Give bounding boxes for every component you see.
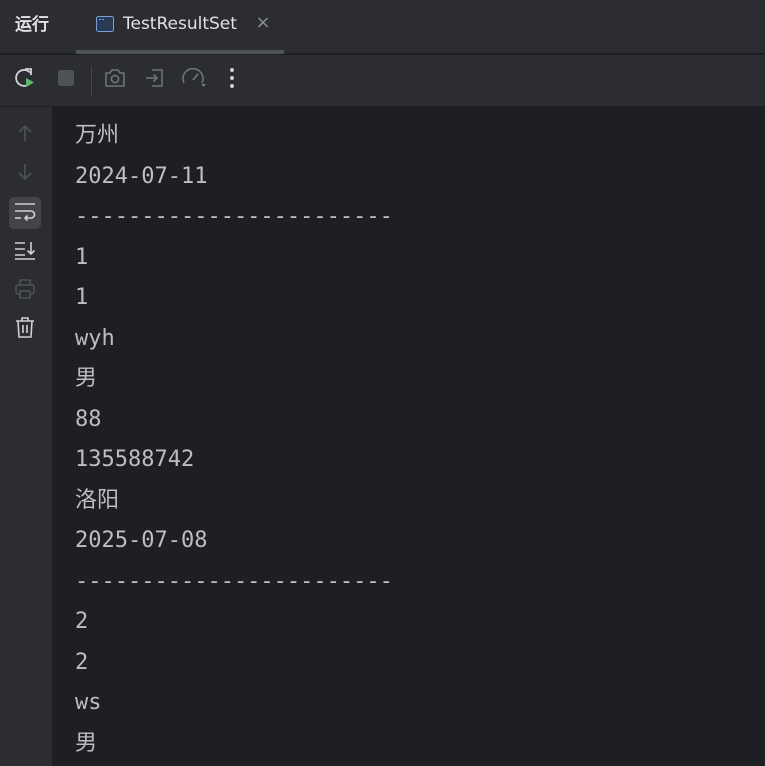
scroll-to-end-button[interactable] [9, 236, 41, 268]
console-line: 2025-07-08 [75, 528, 208, 553]
rerun-icon [13, 66, 37, 94]
console-line: 2 [75, 609, 89, 634]
console-line: 2024-07-11 [75, 163, 208, 189]
rerun-button[interactable] [12, 67, 38, 93]
console-line: 88 [75, 406, 102, 432]
tab-label: TestResultSet [123, 14, 237, 34]
trash-icon [14, 316, 36, 344]
exit-button[interactable] [142, 67, 168, 93]
toolbar-separator [91, 66, 92, 96]
screenshot-button[interactable] [102, 67, 128, 93]
tab-active-indicator [76, 50, 284, 54]
stop-button[interactable] [53, 67, 79, 93]
camera-icon [103, 67, 127, 93]
arrow-up-icon [15, 123, 35, 147]
console-line: ws [75, 690, 102, 715]
arrow-down-icon [15, 162, 35, 186]
soft-wrap-button[interactable] [9, 197, 41, 229]
console-side-toolbar [0, 107, 53, 766]
console-line: 万州 [75, 123, 120, 148]
up-button[interactable] [9, 119, 41, 151]
scroll-to-end-icon [13, 239, 37, 265]
exit-icon [143, 66, 167, 94]
down-button[interactable] [9, 158, 41, 190]
print-button[interactable] [9, 275, 41, 307]
clear-all-button[interactable] [9, 314, 41, 346]
stop-icon [56, 68, 76, 92]
more-icon [229, 67, 235, 93]
console-line: 洛阳 [75, 487, 120, 513]
console-line: 1 [75, 285, 89, 310]
console-line: ------------------------ [75, 204, 393, 229]
console-line: 1 [75, 244, 89, 270]
tab-testresultset[interactable]: TestResultSet × [76, 0, 284, 54]
soft-wrap-icon [13, 200, 37, 226]
run-toolbar [0, 55, 765, 107]
console-line: 2 [75, 649, 89, 675]
profile-button[interactable] [181, 67, 207, 93]
console-line: 男 [75, 730, 98, 756]
run-tool-window: 运行 TestResultSet × 万州 2024-07-11 -------… [0, 0, 765, 766]
panel-title: 运行 [15, 15, 49, 35]
console-line: ------------------------ [75, 568, 393, 594]
close-icon[interactable]: × [254, 14, 272, 32]
console-window-icon [96, 16, 114, 32]
console-line: wyh [75, 325, 115, 351]
console-line: 135588742 [75, 447, 195, 472]
print-icon [14, 278, 36, 304]
console-lines: 万州 2024-07-11 ------------------------ 1… [75, 116, 393, 764]
tool-window-header: 运行 TestResultSet × [0, 0, 765, 54]
console-line: 男 [75, 366, 98, 391]
console-output[interactable]: 万州 2024-07-11 ------------------------ 1… [53, 107, 765, 766]
gauge-icon [181, 66, 207, 94]
more-actions-button[interactable] [219, 67, 245, 93]
